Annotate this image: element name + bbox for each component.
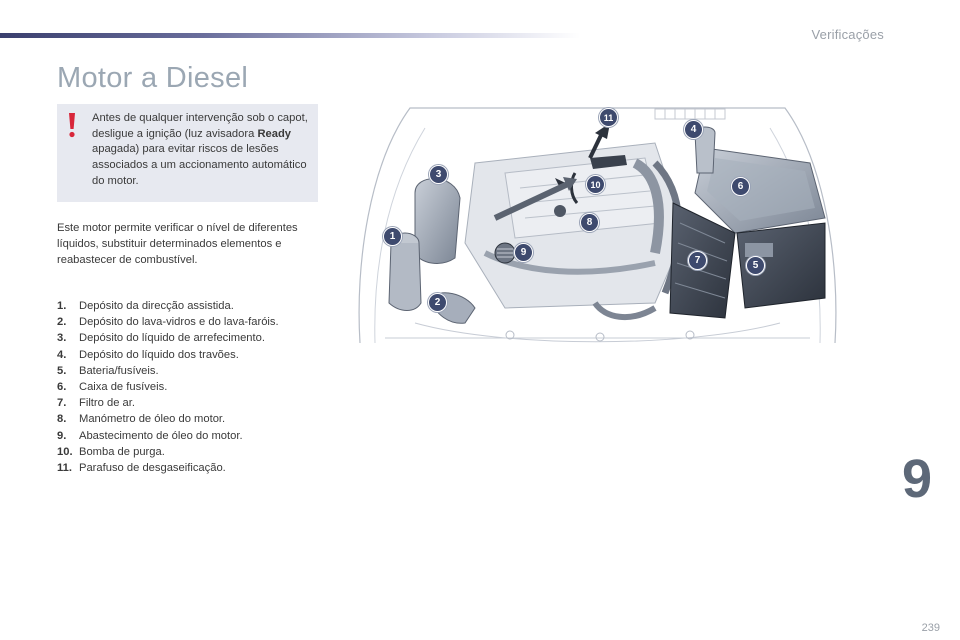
- legend-item: 7. Filtro de ar.: [57, 397, 135, 410]
- legend-item: 10. Bomba de purga.: [57, 445, 165, 458]
- legend-item: 11. Parafuso de desgaseificação.: [57, 462, 226, 475]
- callout-3: 3: [429, 165, 448, 184]
- component-legend: 1. Depósito da direcção assistida. 2. Depó…: [57, 298, 327, 476]
- chapter-number: 9: [902, 449, 933, 509]
- legend-item: 9. Abastecimento de óleo do motor.: [57, 429, 243, 442]
- legend-item: 5. Bateria/fusíveis.: [57, 364, 159, 377]
- warning-box: Antes de qualquer intervenção sob o capo…: [57, 104, 318, 202]
- legend-item: 1. Depósito da direcção assistida.: [57, 300, 234, 312]
- header-gradient-bar: [0, 33, 580, 38]
- page-title: Motor a Diesel: [57, 62, 249, 94]
- warning-text: Antes de qualquer intervenção sob o capo…: [92, 112, 308, 187]
- callout-4: 4: [684, 120, 703, 139]
- legend-item: 4. Depósito do líquido dos travões.: [57, 348, 239, 361]
- callout-6: 6: [731, 177, 750, 196]
- callout-1: 1: [383, 227, 402, 246]
- section-title: Verificações: [811, 27, 884, 42]
- callout-2: 2: [428, 293, 447, 312]
- callout-7: 7: [688, 251, 707, 270]
- exclamation-icon: [69, 113, 75, 138]
- engine-bay-illustration: 1 2 3 4 5 6 7 8 9 10 11: [355, 103, 840, 348]
- legend-item: 6. Caixa de fusíveis.: [57, 381, 168, 394]
- page-number: 239: [921, 622, 940, 634]
- ready-label: Ready: [257, 127, 292, 140]
- legend-item: 8. Manómetro de óleo do motor.: [57, 413, 226, 426]
- legend-item: 3. Depósito do líquido de arrefecimento.: [57, 332, 265, 345]
- callout-10: 10: [586, 175, 605, 194]
- callout-8: 8: [580, 213, 599, 232]
- callout-11: 11: [599, 108, 618, 127]
- callout-5: 5: [746, 256, 765, 275]
- legend-item: 2. Depósito do lava-vidros e do lava-faró…: [57, 316, 279, 329]
- callout-9: 9: [514, 243, 533, 262]
- intro-paragraph: Este motor permite verificar o nível de …: [57, 222, 298, 266]
